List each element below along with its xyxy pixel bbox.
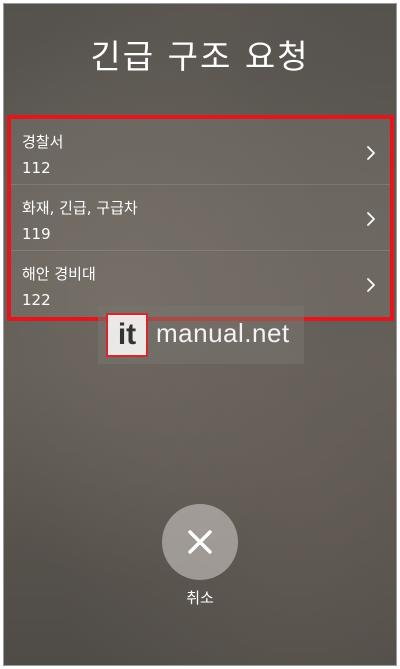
watermark-logo: it — [106, 313, 148, 357]
watermark: it manual.net — [98, 306, 304, 364]
cancel-button[interactable] — [162, 504, 238, 580]
contact-row-police[interactable]: 경찰서 112 — [11, 119, 390, 185]
contact-row-fire-ambulance[interactable]: 화재, 긴급, 구급차 119 — [11, 185, 390, 251]
cancel-label: 취소 — [186, 589, 214, 607]
contact-label: 경찰서 — [22, 133, 64, 151]
contact-number: 112 — [22, 159, 51, 177]
chevron-right-icon — [367, 278, 375, 292]
page-title: 긴급 구조 요청 — [90, 37, 310, 76]
contact-number: 119 — [22, 225, 51, 243]
chevron-right-icon — [367, 212, 375, 226]
emergency-contact-list: 경찰서 112 화재, 긴급, 구급차 119 해안 경비대 122 — [7, 115, 394, 321]
contact-label: 해안 경비대 — [22, 265, 96, 283]
watermark-text: manual.net — [156, 318, 290, 348]
close-icon — [188, 530, 212, 554]
emergency-sos-screen: 긴급 구조 요청 경찰서 112 화재, 긴급, 구급차 119 해안 경비대 … — [3, 3, 397, 666]
watermark-badge: it — [117, 318, 137, 351]
contact-label: 화재, 긴급, 구급차 — [22, 199, 138, 217]
chevron-right-icon — [367, 146, 375, 160]
